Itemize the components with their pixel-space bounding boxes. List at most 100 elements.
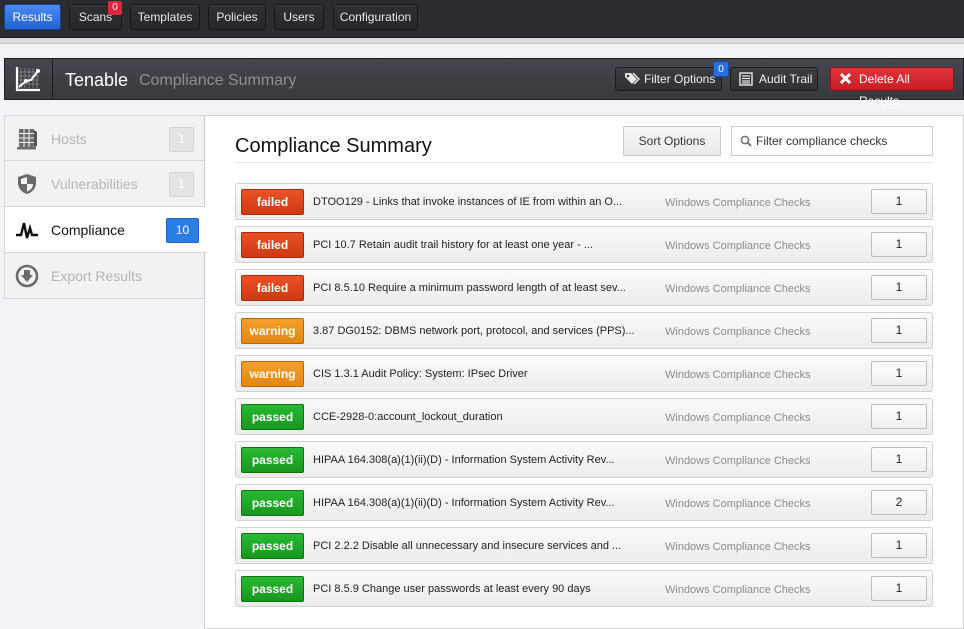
pulse-icon — [16, 222, 38, 239]
check-count: 2 — [871, 490, 927, 515]
filter-options-button[interactable]: Filter Options 0 — [615, 61, 729, 91]
check-name: PCI 8.5.10 Require a minimum password le… — [313, 282, 626, 294]
check-family: Windows Compliance Checks — [665, 283, 811, 295]
top-nav: Results Scans 0 Templates Policies Users … — [0, 0, 964, 38]
sidebar-item-compliance[interactable]: Compliance 10 — [4, 207, 207, 253]
nav-templates-label: Templates — [137, 10, 193, 24]
search-icon — [740, 135, 752, 147]
check-name: HIPAA 164.308(a)(1)(ii)(D) - Information… — [313, 454, 615, 466]
check-family: Windows Compliance Checks — [665, 197, 811, 209]
compliance-count-badge: 10 — [166, 218, 199, 243]
table-row[interactable]: passed HIPAA 164.308(a)(1)(ii)(D) - Infor… — [235, 441, 933, 478]
nav-results-label: Results — [12, 10, 53, 24]
status-badge: failed — [241, 232, 304, 258]
check-count: 1 — [871, 361, 927, 386]
sidebar-item-label: Export Results — [51, 268, 143, 284]
filter-compliance-input[interactable] — [756, 127, 930, 155]
status-badge: warning — [241, 361, 304, 387]
check-family: Windows Compliance Checks — [665, 584, 811, 596]
check-count: 1 — [871, 275, 927, 300]
tags-icon — [625, 72, 640, 85]
list-icon — [739, 72, 753, 86]
page-header: Tenable Compliance Summary Filter Option… — [4, 58, 964, 108]
nav-policies-label: Policies — [216, 10, 258, 24]
filter-options-label: Filter Options — [644, 72, 716, 86]
page-subtitle: Compliance Summary — [139, 72, 297, 89]
title-divider — [235, 162, 933, 163]
check-count: 1 — [871, 189, 927, 214]
server-stack-icon — [17, 129, 37, 150]
status-badge: passed — [241, 533, 304, 559]
check-count: 1 — [871, 447, 927, 472]
check-family: Windows Compliance Checks — [665, 369, 811, 381]
nav-policies[interactable]: Policies — [208, 4, 266, 30]
check-name: PCI 8.5.9 Change user passwords at least… — [313, 583, 591, 595]
check-family: Windows Compliance Checks — [665, 240, 811, 252]
compliance-panel: Compliance Summary Sort Options failed DT… — [204, 115, 964, 629]
check-family: Windows Compliance Checks — [665, 455, 811, 467]
app-title: Tenable — [65, 70, 129, 90]
delete-all-results-label: Delete All Results — [859, 72, 910, 108]
table-row[interactable]: warning 3.87 DG0152: DBMS network port, p… — [235, 312, 933, 349]
filter-box — [731, 126, 933, 156]
audit-trail-label: Audit Trail — [759, 72, 813, 86]
sidebar-item-export-results[interactable]: Export Results — [4, 253, 205, 299]
status-badge: warning — [241, 318, 304, 344]
download-circle-icon — [15, 264, 39, 288]
check-name: 3.87 DG0152: DBMS network port, protocol… — [313, 325, 635, 337]
check-name: CIS 1.3.1 Audit Policy: System: IPsec Dr… — [313, 368, 528, 380]
sidebar-item-hosts[interactable]: Hosts 1 — [4, 115, 205, 161]
sort-options-button[interactable]: Sort Options — [623, 126, 721, 156]
check-count: 1 — [871, 576, 927, 601]
nav-configuration[interactable]: Configuration — [333, 4, 418, 30]
nav-scans[interactable]: Scans 0 — [69, 1, 122, 30]
vulnerabilities-count-badge: 1 — [169, 172, 194, 197]
check-name: PCI 10.7 Retain audit trail history for … — [313, 239, 594, 251]
sidebar-item-label: Hosts — [51, 131, 87, 147]
nav-templates[interactable]: Templates — [130, 4, 200, 30]
delete-all-results-button[interactable]: Delete All Results — [830, 67, 954, 108]
table-row[interactable]: failed PCI 10.7 Retain audit trail histor… — [235, 226, 933, 263]
compliance-list: failed DTOO129 - Links that invoke instan… — [235, 183, 933, 613]
table-row[interactable]: passed PCI 2.2.2 Disable all unnecessary … — [235, 527, 933, 564]
check-name: PCI 2.2.2 Disable all unnecessary and in… — [313, 540, 622, 552]
check-family: Windows Compliance Checks — [665, 326, 811, 338]
status-badge: failed — [241, 275, 304, 301]
nav-results[interactable]: Results — [4, 4, 61, 30]
status-badge: passed — [241, 447, 304, 473]
check-count: 1 — [871, 533, 927, 558]
status-badge: passed — [241, 404, 304, 430]
table-row[interactable]: failed PCI 8.5.10 Require a minimum passw… — [235, 269, 933, 306]
status-badge: failed — [241, 189, 304, 215]
nav-users[interactable]: Users — [274, 4, 324, 30]
logo — [5, 59, 53, 99]
status-badge: passed — [241, 576, 304, 602]
sidebar-item-vulnerabilities[interactable]: Vulnerabilities 1 — [4, 161, 205, 207]
table-row[interactable]: failed DTOO129 - Links that invoke instan… — [235, 183, 933, 220]
check-count: 1 — [871, 318, 927, 343]
audit-trail-button[interactable]: Audit Trail — [730, 67, 818, 91]
shield-icon — [18, 174, 36, 194]
hosts-count-badge: 1 — [169, 127, 194, 152]
sidebar-item-label: Compliance — [51, 222, 125, 238]
nav-divider — [0, 38, 964, 44]
check-name: HIPAA 164.308(a)(1)(ii)(D) - Information… — [313, 497, 615, 509]
check-count: 1 — [871, 232, 927, 257]
status-badge: passed — [241, 490, 304, 516]
close-icon — [839, 72, 852, 85]
check-name: CCE-2928-0:account_lockout_duration — [313, 411, 503, 423]
check-count: 1 — [871, 404, 927, 429]
table-row[interactable]: warning CIS 1.3.1 Audit Policy: System: I… — [235, 355, 933, 392]
scans-badge: 0 — [108, 1, 122, 15]
check-family: Windows Compliance Checks — [665, 541, 811, 553]
sidebar: Hosts 1 Vulnerabilities 1 Compliance 10 … — [4, 115, 207, 299]
check-family: Windows Compliance Checks — [665, 498, 811, 510]
table-row[interactable]: passed HIPAA 164.308(a)(1)(ii)(D) - Infor… — [235, 484, 933, 521]
nav-users-label: Users — [283, 10, 315, 24]
table-row[interactable]: passed PCI 8.5.9 Change user passwords at… — [235, 570, 933, 607]
check-name: DTOO129 - Links that invoke instances of… — [313, 196, 623, 208]
filter-options-badge: 0 — [713, 61, 729, 77]
panel-title: Compliance Summary — [235, 135, 432, 157]
sidebar-item-label: Vulnerabilities — [51, 176, 138, 192]
table-row[interactable]: passed CCE-2928-0:account_lockout_duratio… — [235, 398, 933, 435]
